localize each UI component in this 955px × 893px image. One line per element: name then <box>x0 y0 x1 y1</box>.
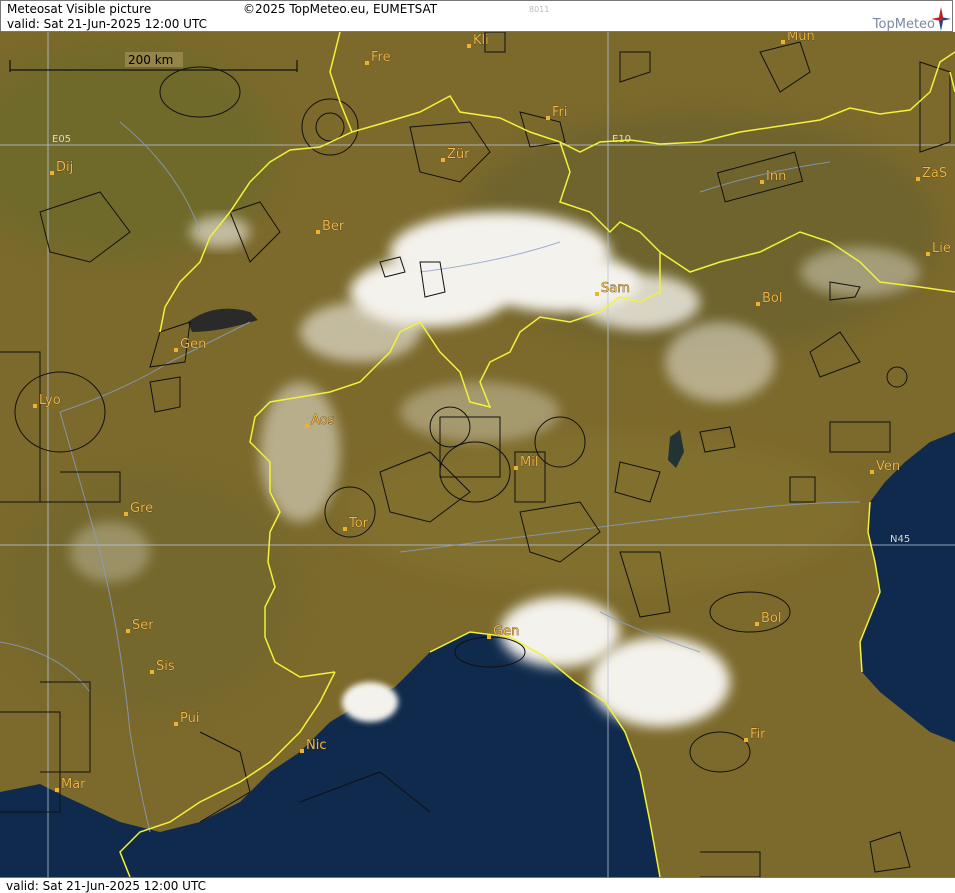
grid-label-n45: N45 <box>890 534 910 545</box>
city-dot <box>595 292 599 296</box>
map-frame: Meteosat Visible picture valid: Sat 21-J… <box>0 0 955 893</box>
city-label: Mil <box>520 455 538 470</box>
city-label: Dij <box>56 160 73 175</box>
city-dot <box>760 180 764 184</box>
city-dot <box>150 670 154 674</box>
city-dot <box>316 230 320 234</box>
city-label: Mün <box>787 32 815 44</box>
city-label: ZaS <box>922 166 947 181</box>
city-label: Pui <box>180 711 199 726</box>
city-dot <box>514 466 518 470</box>
city-dot <box>174 722 178 726</box>
city-label: Fri <box>552 105 568 120</box>
map-title: Meteosat Visible picture <box>7 2 152 16</box>
city-label: Gre <box>130 501 153 516</box>
city-dot <box>343 527 347 531</box>
city-dot <box>467 44 471 48</box>
footer-bar: valid: Sat 21-Jun-2025 12:00 UTC <box>0 877 955 893</box>
city-dot <box>365 61 369 65</box>
city-dot <box>33 404 37 408</box>
city-dot <box>305 424 309 428</box>
city-label: Zür <box>447 147 470 162</box>
city-label: Tor <box>348 516 369 531</box>
city-label: Sis <box>156 659 175 674</box>
city-label: Bol <box>761 611 781 626</box>
header-bar: Meteosat Visible picture valid: Sat 21-J… <box>0 0 953 32</box>
city-dot <box>174 348 178 352</box>
city-label: Bol <box>762 291 782 306</box>
city-label: Fre <box>371 50 391 65</box>
city-dot <box>916 177 920 181</box>
city-label: Fir <box>750 727 766 742</box>
city-dot <box>124 512 128 516</box>
city-dot <box>126 629 130 633</box>
city-dot <box>756 302 760 306</box>
city-dot <box>781 40 785 44</box>
city-label: Ser <box>132 618 154 633</box>
satellite-map[interactable]: E05 E10 N45 200 km Kli MünFreFriZürDijIn… <box>0 32 955 877</box>
grid-label-e05: E05 <box>52 134 71 145</box>
city-dot <box>487 635 491 639</box>
city-label: Ber <box>322 219 345 234</box>
compass-star-icon <box>931 7 951 31</box>
city-label: Inn <box>766 169 786 184</box>
city-label: Aos <box>311 413 335 428</box>
city-marker: Sam <box>595 281 630 296</box>
city-dot <box>870 470 874 474</box>
city-label: Ven <box>876 459 900 474</box>
city-dot <box>755 622 759 626</box>
city-dot <box>55 788 59 792</box>
city-label: Mar <box>61 777 86 792</box>
city-label: Gen <box>493 624 519 639</box>
city-label: Lyo <box>39 393 61 408</box>
city-dot <box>300 749 304 753</box>
city-dot <box>926 252 930 256</box>
city-label: Nic <box>306 738 326 753</box>
scale-label: 200 km <box>128 53 173 67</box>
footer-valid-time: valid: Sat 21-Jun-2025 12:00 UTC <box>6 879 206 893</box>
city-label: Sam <box>601 281 630 296</box>
logo-text: TopMeteo <box>872 17 935 32</box>
city-marker: Mün <box>781 32 815 44</box>
city-dot <box>546 116 550 120</box>
city-label: Lie <box>932 241 951 256</box>
city-label: Gen <box>180 337 206 352</box>
city-dot <box>441 158 445 162</box>
valid-time: valid: Sat 21-Jun-2025 12:00 UTC <box>7 17 207 31</box>
topmeteo-logo: TopMeteo <box>861 7 953 32</box>
city-dot <box>744 738 748 742</box>
city-dot <box>50 171 54 175</box>
city-label: Kli <box>473 33 489 48</box>
image-code: 8011 <box>529 5 550 14</box>
copyright-text: ©2025 TopMeteo.eu, EUMETSAT <box>243 2 438 16</box>
